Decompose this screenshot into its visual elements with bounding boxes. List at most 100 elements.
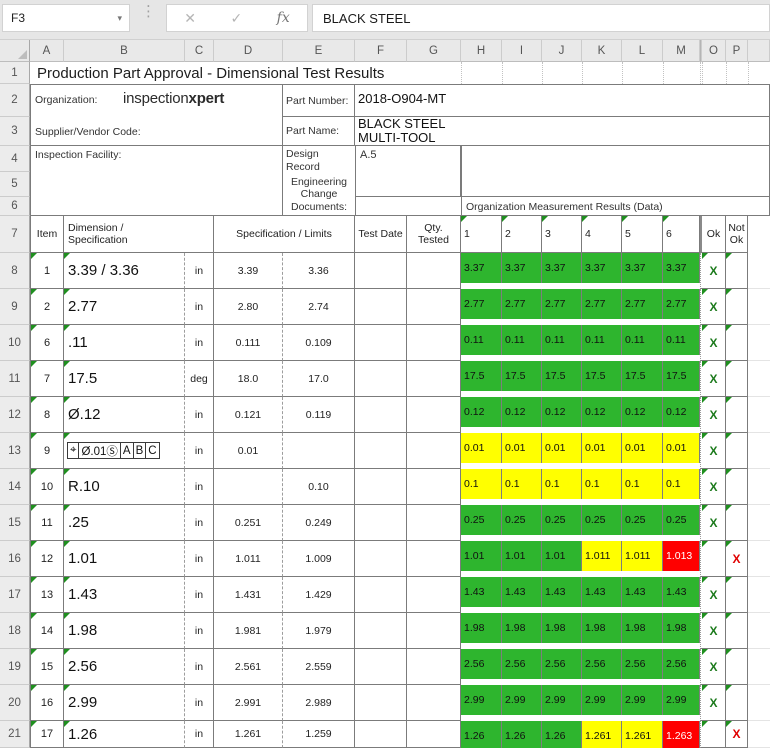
measurement-cell[interactable]: 1.98	[461, 613, 502, 649]
measurement-cell[interactable]: 0.01	[622, 433, 663, 469]
header-trial-1[interactable]: 1	[461, 216, 502, 253]
measurement-cell[interactable]: 17.5	[582, 361, 622, 397]
measurement-cell[interactable]: 0.01	[461, 433, 502, 469]
row-header-16[interactable]: 16	[0, 541, 30, 577]
dimension-cell[interactable]: 2.56	[64, 649, 185, 685]
measurement-cell[interactable]: 0.11	[622, 325, 663, 361]
limit-lower-cell[interactable]: 3.36	[283, 253, 355, 289]
row-header-18[interactable]: 18	[0, 613, 30, 649]
measurement-cell[interactable]: 3.37	[622, 253, 663, 289]
row-header-10[interactable]: 10	[0, 325, 30, 361]
column-header-E[interactable]: E	[283, 40, 355, 62]
measurement-cell[interactable]: 0.12	[622, 397, 663, 433]
measurement-cell[interactable]: 2.99	[542, 685, 582, 721]
dimension-cell[interactable]: .11	[64, 325, 185, 361]
dimension-cell[interactable]: 1.01	[64, 541, 185, 577]
limit-upper-cell[interactable]: 2.561	[214, 649, 283, 685]
ok-cell[interactable]: X	[702, 433, 726, 469]
dimension-cell[interactable]: .25	[64, 505, 185, 541]
row-header-9[interactable]: 9	[0, 289, 30, 325]
row-header-7[interactable]: 7	[0, 216, 30, 253]
header-dimension[interactable]: Dimension / Specification	[64, 216, 214, 253]
measurement-cell[interactable]: 1.26	[542, 721, 582, 748]
measurement-cell[interactable]: 0.12	[461, 397, 502, 433]
measurement-cell[interactable]: 1.98	[542, 613, 582, 649]
measurement-cell[interactable]: 2.99	[502, 685, 542, 721]
qty-tested-cell[interactable]	[407, 361, 461, 397]
limit-upper-cell[interactable]: 1.011	[214, 541, 283, 577]
test-date-cell[interactable]	[355, 433, 407, 469]
measurement-cell[interactable]: 17.5	[663, 361, 700, 397]
ok-cell[interactable]: X	[702, 685, 726, 721]
measurement-cell[interactable]: 1.43	[622, 577, 663, 613]
measurement-cell[interactable]: 1.01	[461, 541, 502, 577]
row-header-4[interactable]: 4	[0, 146, 30, 172]
limit-lower-cell[interactable]: 2.74	[283, 289, 355, 325]
row-header-15[interactable]: 15	[0, 505, 30, 541]
measurement-cell[interactable]: 0.01	[582, 433, 622, 469]
not-ok-cell[interactable]	[726, 433, 748, 469]
unit-cell[interactable]: in	[185, 253, 214, 289]
measurement-cell[interactable]: 0.12	[502, 397, 542, 433]
row-header-5[interactable]: 5	[0, 172, 30, 197]
limit-upper-cell[interactable]: 1.431	[214, 577, 283, 613]
item-cell[interactable]: 6	[30, 325, 64, 361]
part-name-label-cell[interactable]: Part Name:	[283, 117, 355, 146]
unit-cell[interactable]: in	[185, 721, 214, 748]
dimension-cell[interactable]: 2.99	[64, 685, 185, 721]
measurement-cell[interactable]: 2.77	[582, 289, 622, 325]
column-header-A[interactable]: A	[30, 40, 64, 62]
limit-upper-cell[interactable]: 3.39	[214, 253, 283, 289]
item-cell[interactable]: 2	[30, 289, 64, 325]
test-date-cell[interactable]	[355, 541, 407, 577]
not-ok-cell[interactable]	[726, 253, 748, 289]
limit-upper-cell[interactable]: 0.251	[214, 505, 283, 541]
measurement-cell[interactable]: 3.37	[461, 253, 502, 289]
test-date-cell[interactable]	[355, 361, 407, 397]
column-header-L[interactable]: L	[622, 40, 663, 62]
column-header-M[interactable]: M	[663, 40, 700, 62]
measurement-cell[interactable]: 1.43	[502, 577, 542, 613]
ok-cell[interactable]: X	[702, 649, 726, 685]
measurement-cell[interactable]: 1.263	[663, 721, 700, 748]
measurement-cell[interactable]: 1.43	[582, 577, 622, 613]
dimension-cell[interactable]: R.10	[64, 469, 185, 505]
measurement-cell[interactable]: 0.12	[663, 397, 700, 433]
limit-upper-cell[interactable]: 18.0	[214, 361, 283, 397]
test-date-cell[interactable]	[355, 397, 407, 433]
item-cell[interactable]: 1	[30, 253, 64, 289]
part-name-value-cell[interactable]: BLACK STEEL MULTI-TOOL	[355, 117, 770, 146]
test-date-cell[interactable]	[355, 469, 407, 505]
qty-tested-cell[interactable]	[407, 721, 461, 748]
test-date-cell[interactable]	[355, 649, 407, 685]
measurement-cell[interactable]: 3.37	[663, 253, 700, 289]
ok-cell[interactable]: X	[702, 253, 726, 289]
ok-cell[interactable]: X	[702, 469, 726, 505]
row-header-13[interactable]: 13	[0, 433, 30, 469]
test-date-cell[interactable]	[355, 253, 407, 289]
measurement-cell[interactable]: 1.01	[542, 541, 582, 577]
not-ok-cell[interactable]	[726, 325, 748, 361]
limit-lower-cell[interactable]: 0.10	[283, 469, 355, 505]
measurement-cell[interactable]: 1.98	[622, 613, 663, 649]
measurement-cell[interactable]: 2.99	[663, 685, 700, 721]
column-header-K[interactable]: K	[582, 40, 622, 62]
measurement-cell[interactable]: 2.56	[542, 649, 582, 685]
measurement-cell[interactable]: 0.25	[542, 505, 582, 541]
measurement-cell[interactable]: 2.99	[622, 685, 663, 721]
measurement-cell[interactable]: 2.56	[502, 649, 542, 685]
measurement-cell[interactable]: 0.01	[502, 433, 542, 469]
measurement-cell[interactable]: 0.12	[582, 397, 622, 433]
unit-cell[interactable]: in	[185, 685, 214, 721]
ok-cell[interactable]: X	[702, 577, 726, 613]
limit-lower-cell[interactable]	[283, 433, 355, 469]
measurement-cell[interactable]: 0.25	[622, 505, 663, 541]
not-ok-cell[interactable]: X	[726, 721, 748, 748]
row-header-17[interactable]: 17	[0, 577, 30, 613]
qty-tested-cell[interactable]	[407, 469, 461, 505]
header-qty-tested[interactable]: Qty. Tested	[407, 216, 461, 253]
measurement-cell[interactable]: 2.77	[502, 289, 542, 325]
measurement-cell[interactable]: 1.98	[582, 613, 622, 649]
limit-lower-cell[interactable]: 1.429	[283, 577, 355, 613]
header-trial-3[interactable]: 3	[542, 216, 582, 253]
